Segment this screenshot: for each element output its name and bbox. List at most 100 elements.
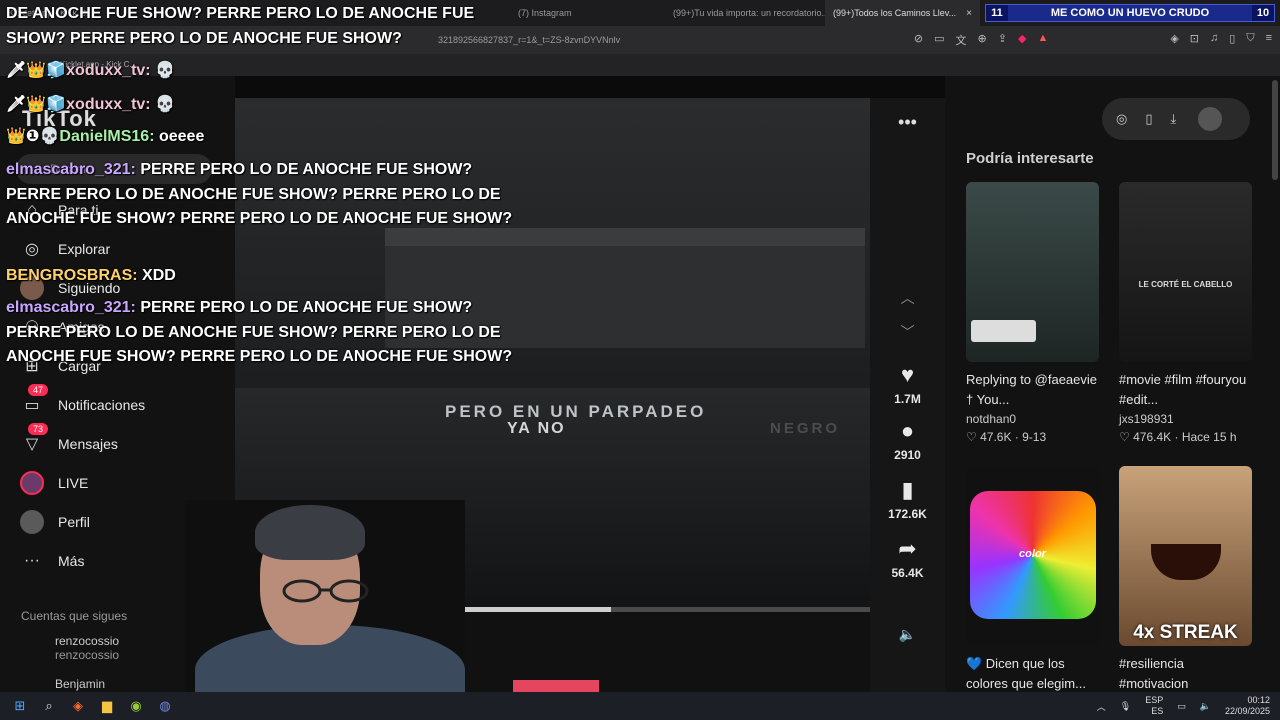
microphone-icon[interactable]: 🎙 [1120,701,1131,712]
sidebar-icon[interactable]: ▯ [1229,32,1235,48]
sidebar-item-mas[interactable]: ··· Más [20,549,84,573]
user-avatar[interactable] [1198,107,1223,131]
save-button[interactable]: ▮ 172.6K [870,477,945,521]
chat-badges: 👑❶💀 [6,128,60,145]
inbox-icon: ▭ 47 [20,384,49,417]
tab-instagram[interactable]: (7) Instagram [510,0,665,26]
chat-message: DE ANOCHE FUE SHOW? PERRE PERO LO DE ANO… [6,2,521,51]
chat-text: 💀 [155,62,175,79]
close-tab-icon[interactable]: × [966,8,972,19]
search-icon[interactable]: ⌕ [39,696,59,716]
card-thumbnail: 4x STREAK [1119,466,1252,646]
more-options-icon[interactable]: ••• [870,112,945,133]
chat-user: elmascabro_321: [6,161,136,178]
card-caption: Replying to @faeaevie † You... [966,372,1097,407]
sidebar-item-notificaciones[interactable]: ▭ 47 Notificaciones [20,384,145,417]
sidebar-item-live[interactable]: LIVE [20,471,88,495]
chat-message: 🗡👑🧊xoduxx_tv: 💀 [6,59,521,84]
sidebar-item-mensajes[interactable]: ▽ 73 Mensajes [20,423,118,456]
card-thumbnail [966,182,1099,362]
menu-icon[interactable]: ≡ [1266,32,1272,48]
recommendation-card[interactable]: LE CORTÉ EL CABELLO #movie #film #fouryo… [1119,182,1252,446]
chat-message: BENGROSBRAS: XDD [6,264,521,289]
app-icon[interactable]: ◉ [126,696,146,716]
card-author: jxs198931 [1119,412,1174,426]
like-button[interactable]: ♥ 1.7M [870,362,945,406]
clock[interactable]: 00:12 22/09/2025 [1225,695,1270,717]
next-video-icon[interactable]: ﹀ [870,322,945,342]
messages-badge: 73 [28,423,49,435]
thumb-text: color [1019,548,1046,560]
comment-button[interactable]: ● 2910 [870,418,945,462]
profile-avatar [20,510,44,534]
media-icon[interactable]: ♫ [1210,32,1218,48]
card-likes: 476.4K [1133,430,1172,444]
chat-user: xoduxx_tv: [66,96,151,113]
recommendation-card[interactable]: color 💙 Dicen que los colores que elegim… [966,466,1099,694]
following-account-benjamin[interactable]: Benjamin [55,677,105,691]
sidebar-item-label: LIVE [58,475,89,491]
coins-icon[interactable]: ◎ [1116,111,1127,127]
reader-icon[interactable]: ⊘ [914,32,923,48]
volume-tray-icon[interactable]: 🔈 [1200,701,1211,712]
cast-icon[interactable]: ▭ [934,32,944,48]
system-tray: ︿ 🎙 ESP ES ▭ 🔈 00:12 22/09/2025 [1097,695,1270,717]
heart-icon: ♥ [900,362,915,387]
recommendation-card[interactable]: Replying to @faeaevie † You... notdhan0 … [966,182,1099,446]
notification-badge: 47 [28,384,49,396]
sidebar-item-explorar[interactable]: ◎ Explorar [20,237,110,261]
wallet-icon[interactable]: ◈ [1170,32,1178,48]
sidebar-item-label: Mensajes [58,436,118,452]
zoom-icon[interactable]: ⊕ [978,32,987,48]
translate-icon[interactable]: 文 [956,32,967,48]
card-caption: 💙 Dicen que los colores que elegim... [966,656,1086,691]
shield-icon[interactable]: ⛉ [1246,32,1254,48]
previous-video-icon[interactable]: ︿ [870,288,945,308]
screen: Kicklet.app - Kick C... (7) Instagram (9… [0,0,1280,720]
brave-browser-icon[interactable]: ◈ [68,696,88,716]
account-handle: renzocossio [55,648,120,662]
card-thumbnail: LE CORTÉ EL CABELLO [1119,182,1252,362]
card-stats: ♡ 476.4K · Hace 15 h [1119,430,1237,444]
share-icon[interactable]: ⇪ [998,32,1007,48]
compass-icon: ◎ [25,241,39,258]
chevron-up-icon[interactable]: ︿ [1097,700,1106,713]
file-explorer-icon[interactable]: ▆ [97,696,117,716]
sidebar-item-label: Explorar [58,241,111,257]
language-indicator[interactable]: ESP ES [1145,695,1163,717]
sidebar-item-perfil[interactable]: Perfil [20,510,90,534]
score-left: 11 [986,5,1008,21]
action-column: ••• ︿ ﹀ ♥ 1.7M ● 2910 ▮ 172.6K ➦ 56.4K 🔈 [870,98,945,692]
chat-text: DE ANOCHE FUE SHOW? PERRE PERO LO DE ANO… [6,5,475,47]
screenshot-icon[interactable]: ⊡ [1190,32,1199,48]
chat-message: 👑❶💀DanielMS16: oeeee [6,125,521,150]
following-account-renzocossio[interactable]: renzocossio renzocossio [55,634,119,662]
windows-start-icon[interactable]: ⊞ [10,696,30,716]
sidebar-item-label: Más [58,553,85,569]
reply-sticker [971,320,1036,342]
video-caption-line2: YA NO [507,420,566,437]
device-icon[interactable]: ▯ [1145,111,1152,127]
recommendations-title: Podría interesarte [966,150,1094,167]
more-icon: ··· [24,552,40,569]
download-icon[interactable]: ⤓ [1171,111,1177,127]
chat-user: DanielMS16: [59,128,155,145]
extension-icon[interactable]: ◆ [1018,32,1026,48]
tab-todos-los-caminos[interactable]: (99+)Todos los Caminos Llev... × [825,0,980,26]
page-scrollbar[interactable] [1272,80,1278,180]
thumb-text: LE CORTÉ EL CABELLO [1138,280,1233,289]
recommendation-card[interactable]: 4x STREAK #resiliencia #motivacion [1119,466,1252,694]
share-count: 56.4K [891,566,924,580]
volume-icon[interactable]: 🔈 [870,626,945,643]
card-author: notdhan0 [966,412,1017,426]
video-caption-line1: PERO EN UN PARPADEO [445,402,707,421]
tab-label: (99+)Todos los Caminos Llev... [833,8,957,18]
network-icon[interactable]: ▭ [1177,701,1186,712]
discord-icon[interactable]: ◍ [155,696,175,716]
share-button[interactable]: ➦ 56.4K [870,536,945,580]
tab-tu-vida-importa[interactable]: (99+)Tu vida importa: un recordatorio... [665,0,825,26]
recommendations-panel: ◎ ▯ ⤓ Podría interesarte Replying to @fa… [945,76,1280,692]
warning-icon[interactable]: ▲ [1037,32,1048,48]
streak-text: 4x STREAK [1133,622,1238,643]
live-avatar [20,471,44,495]
